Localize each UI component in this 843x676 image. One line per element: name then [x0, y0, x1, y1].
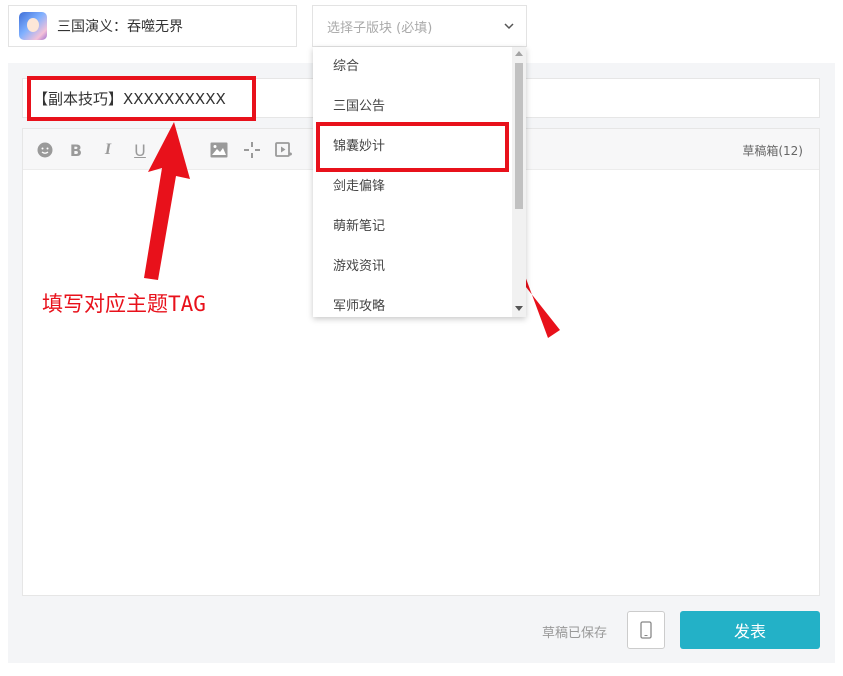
- subforum-option[interactable]: 军师攻略: [313, 287, 510, 317]
- subforum-dropdown: 综合 三国公告 锦囊妙计 剑走偏锋 萌新笔记 游戏资讯 军师攻略: [313, 47, 526, 317]
- dropdown-scrollbar[interactable]: [512, 47, 526, 317]
- subforum-option[interactable]: 萌新笔记: [313, 207, 510, 247]
- scrollbar-thumb[interactable]: [515, 63, 523, 209]
- subforum-option[interactable]: 综合: [313, 47, 510, 87]
- arrow-to-title: [144, 122, 190, 280]
- subforum-option-list: 综合 三国公告 锦囊妙计 剑走偏锋 萌新笔记 游戏资讯 军师攻略: [313, 47, 510, 317]
- subforum-option[interactable]: 三国公告: [313, 87, 510, 127]
- scroll-down-icon[interactable]: [515, 306, 523, 311]
- scroll-up-icon[interactable]: [515, 51, 523, 56]
- subforum-option[interactable]: 游戏资讯: [313, 247, 510, 287]
- option-highlight-box: [316, 122, 509, 172]
- subforum-option[interactable]: 剑走偏锋: [313, 167, 510, 207]
